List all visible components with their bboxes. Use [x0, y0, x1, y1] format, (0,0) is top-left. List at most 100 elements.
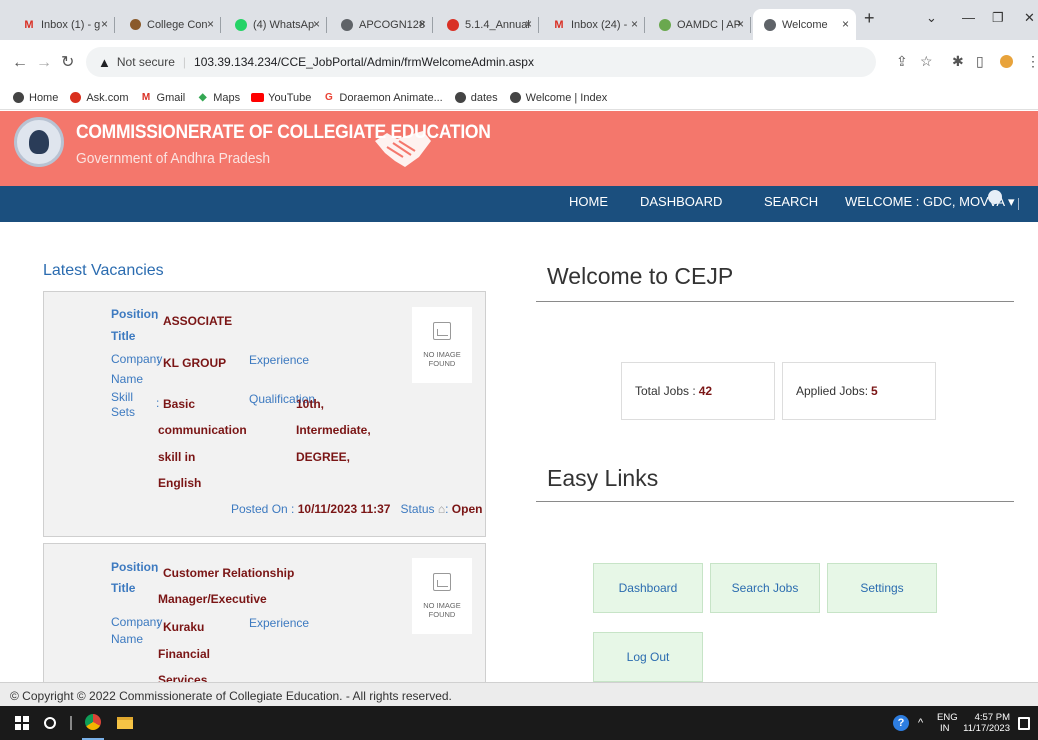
- applied-jobs-count: 5: [871, 384, 878, 398]
- warning-icon: ▲: [98, 54, 111, 70]
- position-label: Position: [111, 307, 159, 321]
- bookmark-youtube[interactable]: YouTube: [251, 91, 311, 104]
- browser-tab-2[interactable]: College Con ×: [118, 9, 221, 40]
- company-value: KL GROUP: [163, 356, 227, 370]
- file-explorer-icon[interactable]: [117, 706, 133, 740]
- browser-tab-4[interactable]: APCOGN128 ×: [330, 9, 433, 40]
- close-icon[interactable]: ×: [207, 17, 214, 31]
- dashboard-link[interactable]: Dashboard: [593, 563, 703, 613]
- help-icon[interactable]: ?: [893, 706, 909, 740]
- log-out-link[interactable]: Log Out: [593, 632, 703, 682]
- minimize-icon[interactable]: —: [962, 10, 975, 25]
- company-value-line: Services: [158, 673, 208, 682]
- bookmark-gmail[interactable]: M Gmail: [140, 91, 185, 104]
- browser-tab-7[interactable]: OAMDC | AP ×: [648, 9, 751, 40]
- title-label: Title: [111, 581, 136, 595]
- title-label: Title: [111, 329, 136, 343]
- company-value-line: Kuraku: [163, 620, 205, 634]
- tab-search-icon[interactable]: ⌄: [926, 10, 937, 26]
- whatsapp-icon: [234, 18, 248, 32]
- askcom-icon: [69, 91, 82, 104]
- browser-tab-6[interactable]: M Inbox (24) - ×: [542, 9, 645, 40]
- oamdc-icon: [658, 18, 672, 32]
- chrome-taskbar-icon[interactable]: [82, 706, 104, 740]
- address-field[interactable]: ▲ Not secure | 103.39.134.234/CCE_JobPor…: [86, 47, 876, 77]
- government-seal-logo: [14, 117, 64, 167]
- browser-tab-3[interactable]: (4) WhatsAp ×: [224, 9, 327, 40]
- image-icon: [433, 573, 451, 591]
- applied-jobs-box: Applied Jobs: 5: [782, 362, 936, 420]
- browser-tab-5[interactable]: 5.1.4_Annual ×: [436, 9, 539, 40]
- skill-label: Skill: [111, 390, 134, 404]
- nav-dashboard[interactable]: DASHBOARD: [640, 194, 722, 209]
- bookmark-askcom[interactable]: Ask.com: [69, 91, 129, 104]
- latest-vacancies-heading: Latest Vacancies: [43, 262, 164, 279]
- status-value: Open: [451, 502, 483, 516]
- globe-icon: [509, 91, 522, 104]
- nav-home[interactable]: HOME: [569, 194, 608, 209]
- experience-label: Experience: [249, 616, 310, 630]
- close-icon[interactable]: ×: [313, 17, 320, 31]
- bookmark-home[interactable]: Home: [12, 91, 58, 104]
- divider: |: [182, 55, 187, 69]
- google-icon: G: [325, 92, 333, 103]
- sets-label: Sets: [111, 405, 136, 419]
- close-window-icon[interactable]: ✕: [1024, 10, 1035, 26]
- search-jobs-link[interactable]: Search Jobs: [710, 563, 820, 613]
- company-value-line: Financial: [158, 647, 211, 661]
- bookmark-maps[interactable]: ◆ Maps: [196, 91, 240, 104]
- bookmark-welcome-index[interactable]: Welcome | Index: [509, 91, 607, 104]
- sidepanel-icon[interactable]: ▯: [976, 53, 984, 70]
- total-jobs-count: 42: [698, 384, 713, 398]
- forward-icon[interactable]: →: [36, 54, 52, 72]
- close-icon[interactable]: ×: [419, 17, 426, 31]
- skill-value-line: communication: [158, 423, 247, 437]
- posted-info: Posted On : 10/11/2023 11:37 Status ⌂: O…: [231, 502, 483, 516]
- close-icon[interactable]: ×: [737, 17, 744, 31]
- divider: [536, 301, 1014, 302]
- position-value-line: Manager/Executive: [158, 592, 267, 606]
- extensions-icon[interactable]: ✱: [952, 53, 964, 70]
- reload-icon[interactable]: ↻: [61, 52, 74, 72]
- search-icon[interactable]: [44, 706, 56, 740]
- back-icon[interactable]: ←: [12, 54, 28, 72]
- qualification-value-line: Intermediate,: [296, 423, 371, 437]
- menu-icon[interactable]: ⋮: [1026, 53, 1038, 70]
- browser-tab-1[interactable]: M Inbox (1) - g ×: [12, 9, 115, 40]
- close-icon[interactable]: ×: [631, 17, 638, 31]
- nav-search[interactable]: SEARCH: [764, 194, 818, 209]
- new-tab-icon[interactable]: +: [864, 8, 875, 29]
- site-subtitle: Government of Andhra Pradesh: [76, 150, 271, 167]
- restore-icon[interactable]: ❐: [992, 10, 1004, 26]
- profile-icon[interactable]: [1000, 55, 1013, 68]
- globe-icon: [454, 91, 467, 104]
- notification-icon[interactable]: [1018, 706, 1030, 740]
- close-icon[interactable]: ×: [525, 17, 532, 31]
- settings-link[interactable]: Settings: [827, 563, 937, 613]
- position-value-line: Customer Relationship: [163, 566, 295, 580]
- language-indicator[interactable]: ENG IN: [937, 712, 958, 734]
- gmail-icon: M: [554, 18, 564, 31]
- company-label: Company: [111, 615, 163, 629]
- windows-start-icon[interactable]: [15, 706, 29, 740]
- label-colon: :: [155, 308, 159, 322]
- easy-links-heading: Easy Links: [547, 465, 659, 491]
- share-icon[interactable]: ⇪: [896, 53, 908, 70]
- user-avatar-icon[interactable]: [988, 190, 1002, 204]
- tray-expand-icon[interactable]: ^: [918, 706, 923, 740]
- page-footer: © Copyright © 2022 Commissionerate of Co…: [0, 682, 1038, 706]
- browser-tab-active[interactable]: Welcome ×: [753, 9, 856, 40]
- qualification-value-line: 10th,: [296, 397, 325, 411]
- qualification-value-line: DEGREE,: [296, 450, 351, 464]
- clock[interactable]: 4:57 PM 11/17/2023: [962, 712, 1010, 734]
- no-image-placeholder: NO IMAGE FOUND: [412, 558, 472, 634]
- bookmark-doraemon[interactable]: G Doraemon Animate...: [322, 91, 443, 104]
- no-image-placeholder: NO IMAGE FOUND: [412, 307, 472, 383]
- close-icon[interactable]: ×: [842, 17, 849, 31]
- task-view-icon[interactable]: [70, 706, 72, 740]
- star-icon[interactable]: ☆: [920, 53, 933, 70]
- bookmark-dates[interactable]: dates: [454, 91, 498, 104]
- label-colon: :: [155, 561, 159, 575]
- divider: [536, 501, 1014, 502]
- close-icon[interactable]: ×: [101, 17, 108, 31]
